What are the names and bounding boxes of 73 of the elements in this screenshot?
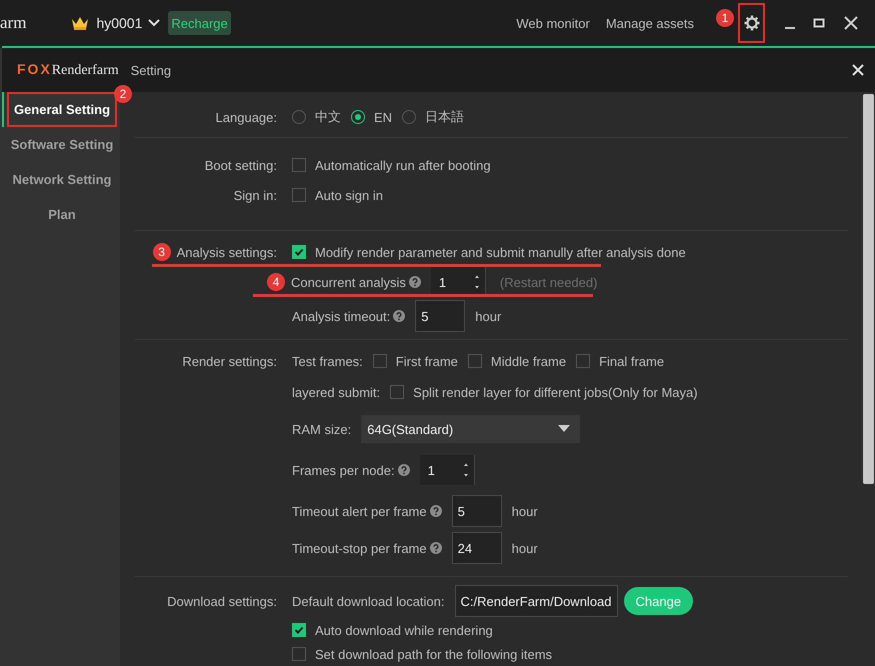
radio-button[interactable]: [351, 110, 365, 124]
close-icon: [843, 15, 859, 31]
nav-link[interactable]: Web monitor: [516, 16, 590, 30]
checkbox-label: Modify render parameter and submit manully after analysis done: [315, 244, 686, 260]
checkbox[interactable]: [468, 354, 482, 368]
checkbox[interactable]: [292, 245, 306, 259]
dropdown[interactable]: 64G(Standard): [361, 415, 580, 443]
checkbox-label: Auto download while rendering: [315, 622, 493, 638]
checkbox[interactable]: [292, 647, 306, 661]
number-spinner[interactable]: 1: [430, 267, 486, 297]
dialog-title: Setting: [130, 62, 172, 78]
option-label: 中文: [315, 108, 341, 126]
setting-label: Download settings:: [167, 594, 277, 608]
checkbox[interactable]: [390, 385, 404, 399]
checkbox-label: Split render layer for different jobs(Only for Maya): [413, 384, 698, 400]
field-label: hour: [512, 540, 538, 556]
checkbox-label: Set download path for the following items: [315, 646, 552, 662]
field-label: Default download location:: [292, 594, 444, 608]
field-label: Timeout alert per frame: [292, 504, 427, 518]
field-label: RAM size:: [292, 422, 352, 436]
field-label: layered submit:: [292, 384, 380, 400]
close-icon: [852, 64, 864, 76]
checkbox-label: Auto sign in: [315, 188, 383, 202]
app-title: arm: [0, 13, 26, 33]
setting-label: Language:: [216, 110, 277, 124]
sidebar-item[interactable]: General Setting: [6, 92, 118, 127]
chevron-down-icon: [148, 19, 160, 27]
checkbox[interactable]: [292, 623, 306, 637]
checkbox-label: Final frame: [599, 354, 664, 368]
settings-icon: [744, 15, 760, 31]
setting-label: Sign in:: [234, 188, 277, 202]
recharge-button[interactable]: Recharge: [168, 11, 231, 35]
input-field[interactable]: 5: [452, 495, 502, 527]
sidebar-item[interactable]: Software Setting: [6, 129, 118, 160]
number-spinner[interactable]: 1: [420, 455, 475, 485]
caret-down-icon: [558, 425, 570, 433]
annotation-badge: 1: [716, 9, 734, 27]
annotation-badge: 4: [267, 273, 285, 291]
radio-button[interactable]: [292, 110, 306, 124]
setting-label: Render settings:: [182, 354, 277, 368]
field-label: Analysis timeout:: [292, 308, 390, 324]
field-label: Test frames:: [292, 354, 363, 368]
option-label: 日本語: [425, 108, 464, 126]
field-label: hour: [512, 504, 538, 518]
option-label: EN: [374, 110, 392, 124]
checkbox[interactable]: [292, 158, 306, 172]
sidebar-item[interactable]: Plan: [43, 199, 81, 230]
annotation-badge: 3: [152, 243, 171, 261]
field-label: Concurrent analysis: [291, 274, 406, 290]
setting-label: Boot setting:: [204, 158, 277, 172]
field-label: Timeout-stop per frame: [292, 540, 427, 556]
checkbox-label: Automatically run after booting: [315, 158, 491, 172]
checkbox[interactable]: [372, 354, 387, 368]
setting-label: Analysis settings:: [176, 244, 277, 260]
field-label: hour: [475, 308, 502, 324]
input-field[interactable]: 24: [452, 532, 502, 564]
checkbox[interactable]: [292, 188, 306, 202]
checkbox-label: First frame: [396, 354, 458, 368]
nav-link[interactable]: Manage assets: [606, 16, 694, 30]
sidebar-item[interactable]: Network Setting: [8, 164, 116, 195]
checkbox-label: Middle frame: [490, 354, 566, 368]
maximize-icon: [813, 17, 825, 29]
scrollbar-thumb[interactable]: [863, 94, 874, 484]
crown-icon: [70, 15, 90, 31]
user-name[interactable]: hy0001: [96, 15, 142, 31]
checkbox[interactable]: [576, 354, 590, 368]
hint-text: (Restart needed): [500, 274, 598, 290]
field-label: Frames per node:: [292, 462, 395, 478]
logo: FOXRenderfarm: [17, 61, 119, 79]
radio-button[interactable]: [402, 110, 416, 124]
input-field[interactable]: C:/RenderFarm/Download: [454, 585, 618, 617]
input-field[interactable]: 5: [415, 300, 466, 332]
minimize-icon: [785, 27, 795, 29]
